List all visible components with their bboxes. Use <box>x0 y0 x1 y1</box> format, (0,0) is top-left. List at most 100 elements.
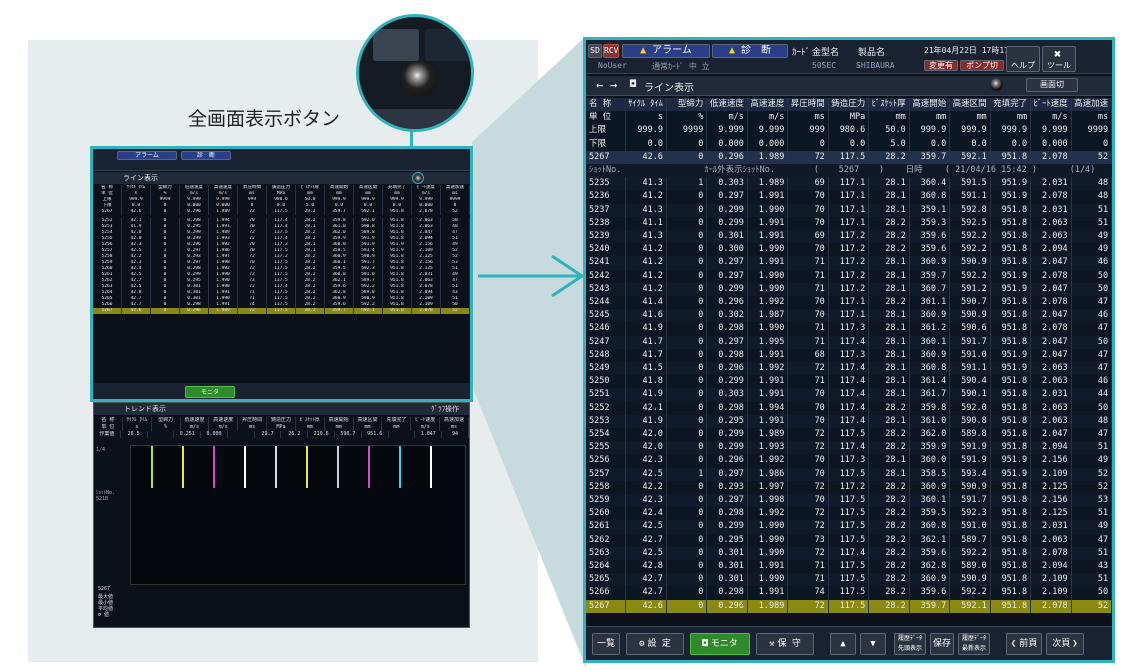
table-row-cell: 28.1 <box>869 177 910 191</box>
screen-switch-button[interactable]: 画面切 <box>1026 78 1078 92</box>
table-row-cell: 49 <box>1072 243 1112 257</box>
table-row-cell: 1.993 <box>748 441 789 455</box>
table-row: 5243 41.2 0 0.299 1.990 71 117.2 28.1 360.7 591.2… <box>586 282 1112 296</box>
current-shot-row-cell: 592.1 <box>950 150 991 164</box>
table-row-cell: 0 <box>667 375 708 389</box>
table-row-cell: 0.296 <box>707 454 748 468</box>
table-row-cell: 28.1 <box>869 454 910 468</box>
table-row: 5264 42.8 0 0.301 1.991 71 117.5 28.2 362.8 589.0… <box>586 560 1112 574</box>
table-row-cell: 951.8 <box>991 401 1032 415</box>
table-row-cell: 0 <box>667 282 708 296</box>
pump-off-button[interactable]: ポンプ切 <box>960 60 1004 71</box>
table-row-cell: 951.8 <box>991 586 1032 600</box>
table-row-cell: 28.1 <box>869 414 910 428</box>
page-up-button[interactable]: ▲ <box>830 633 856 655</box>
table-row-cell: 70 <box>788 454 829 468</box>
table-row-cell: 1.992 <box>748 362 789 376</box>
table-row-cell: 1.992 <box>748 454 789 468</box>
table-row-cell: 1.991 <box>748 230 789 244</box>
history-latest-button[interactable]: 履歴ﾃﾞｰﾀ 最新表示 <box>958 633 990 655</box>
table-row-cell: 590.9 <box>950 309 991 323</box>
table-row-cell: 117.4 <box>829 362 870 376</box>
save-button[interactable]: 保存 <box>930 633 954 655</box>
table-row-cell: 951.8 <box>991 573 1032 587</box>
table-row: 5262 42.7 0 0.295 1.990 73 117.5 28.2 362.1 589.7… <box>586 533 1112 547</box>
back-arrow-icon[interactable]: ← <box>596 78 603 92</box>
table-row-cell: 592.8 <box>950 203 991 217</box>
current-shot-row-cell: 0 <box>667 150 708 164</box>
table-row-cell: 117.1 <box>829 216 870 230</box>
alarm-button[interactable]: ▲ アラーム <box>622 44 710 58</box>
upper-limit-row: 上限 999.9 9999 9.999 9.999 999 980.6 50.0 999.9 99… <box>586 124 1112 138</box>
table-row-cell: 592.1 <box>950 599 991 613</box>
table-row-cell: 41.1 <box>626 216 667 230</box>
table-row-cell: 0 <box>667 401 708 415</box>
table-row-cell: 1.989 <box>748 177 789 191</box>
table-row-cell: 117.5 <box>829 494 870 508</box>
table-row-cell: 28.2 <box>869 507 910 521</box>
table-row-cell: 70 <box>788 309 829 323</box>
lower-limit-row-cell: 0 <box>1071 137 1112 151</box>
table-row-cell: 0.298 <box>707 507 748 521</box>
preview-cell: 951.8 <box>383 209 412 215</box>
table-row-cell: 47 <box>1072 428 1112 442</box>
maintenance-button[interactable]: ⚒ 保 守 <box>756 633 814 655</box>
column-header-row-cell: 昇圧時間 <box>788 98 829 112</box>
page-down-button[interactable]: ▼ <box>860 633 886 655</box>
trend-graph-button[interactable]: ｸﾞﾗﾌ操作 <box>431 403 459 415</box>
upper-limit-row-cell: 9999 <box>666 124 708 138</box>
table-row-cell: 42.8 <box>626 560 667 574</box>
monitor-button[interactable]: ◘ モニタ <box>690 633 750 655</box>
preview-row: 5267 42.6 0 0.296 1.989 72 117.5 28.2 359.7 592.1… <box>93 209 470 215</box>
table-row-cell: 117.1 <box>829 203 870 217</box>
upper-limit-row-cell: 999.9 <box>950 124 991 138</box>
table-row-cell: 360.9 <box>910 256 951 270</box>
table-row-cell: 951.9 <box>991 190 1032 204</box>
current-shot-row-cell: 52 <box>1072 150 1112 164</box>
prev-page-button[interactable]: ❮ 前頁 <box>1006 633 1042 655</box>
table-row-cell: 47 <box>1072 533 1112 547</box>
fullscreen-button[interactable] <box>990 78 1003 91</box>
table-row-cell: 28.2 <box>869 441 910 455</box>
table-row-cell: 28.2 <box>869 520 910 534</box>
table-row-cell: 28.2 <box>869 480 910 494</box>
table-row-cell: 0 <box>667 230 708 244</box>
ichiran-button[interactable]: 一覧 <box>592 633 620 655</box>
table-row-cell: 2.156 <box>1031 494 1072 508</box>
table-row-cell: 951.8 <box>991 388 1032 402</box>
upper-limit-row-cell: 9.999 <box>707 124 748 138</box>
trend-cell: m/s <box>209 424 239 431</box>
help-button[interactable]: ヘルプ <box>1006 46 1040 72</box>
table-row-cell: 1.987 <box>748 309 789 323</box>
table-row-cell: 0.295 <box>707 533 748 547</box>
table-row-cell: 592.3 <box>950 507 991 521</box>
table-row-cell: 28.1 <box>869 388 910 402</box>
table-row-cell: 0 <box>667 348 708 362</box>
table-row-cell: 28.2 <box>869 494 910 508</box>
next-page-button[interactable]: 次頁 ❯ <box>1046 633 1084 655</box>
table-row-cell: 47 <box>1072 362 1112 376</box>
forward-arrow-icon[interactable]: → <box>610 78 617 92</box>
preview-cell: 592.1 <box>354 308 383 314</box>
warning-icon: ▲ <box>728 45 735 56</box>
table-row-cell: 0.300 <box>707 243 748 257</box>
table-row-cell: 71 <box>788 335 829 349</box>
lower-limit-row-cell: 0.000 <box>707 137 748 151</box>
tool-button[interactable]: ✖ ツール <box>1042 46 1076 72</box>
diagnosis-button[interactable]: ▲ 診 断 <box>712 44 788 58</box>
table-row-cell: 28.1 <box>869 190 910 204</box>
change-button[interactable]: 変更有 <box>924 60 958 71</box>
table-row-cell: 951.8 <box>991 335 1032 349</box>
table-row-cell: 0.299 <box>707 520 748 534</box>
table-row-cell: 70 <box>788 414 829 428</box>
table-row: 5248 41.7 0 0.298 1.991 68 117.3 28.1 360.9 591.0… <box>586 348 1112 362</box>
history-first-button[interactable]: 履歴ﾃﾞｰﾀ 先頭表示 <box>894 633 926 655</box>
table-row-cell: 70 <box>788 216 829 230</box>
table-row-cell: 590.9 <box>950 573 991 587</box>
table-row-cell: 1.991 <box>748 375 789 389</box>
table-row-cell: 2.078 <box>1031 296 1072 310</box>
preview-fullscreen-button[interactable] <box>412 172 424 184</box>
table-row-cell: 591.2 <box>950 282 991 296</box>
table-row-cell: 592.2 <box>950 230 991 244</box>
settings-button[interactable]: ⚙ 設 定 <box>626 633 684 655</box>
